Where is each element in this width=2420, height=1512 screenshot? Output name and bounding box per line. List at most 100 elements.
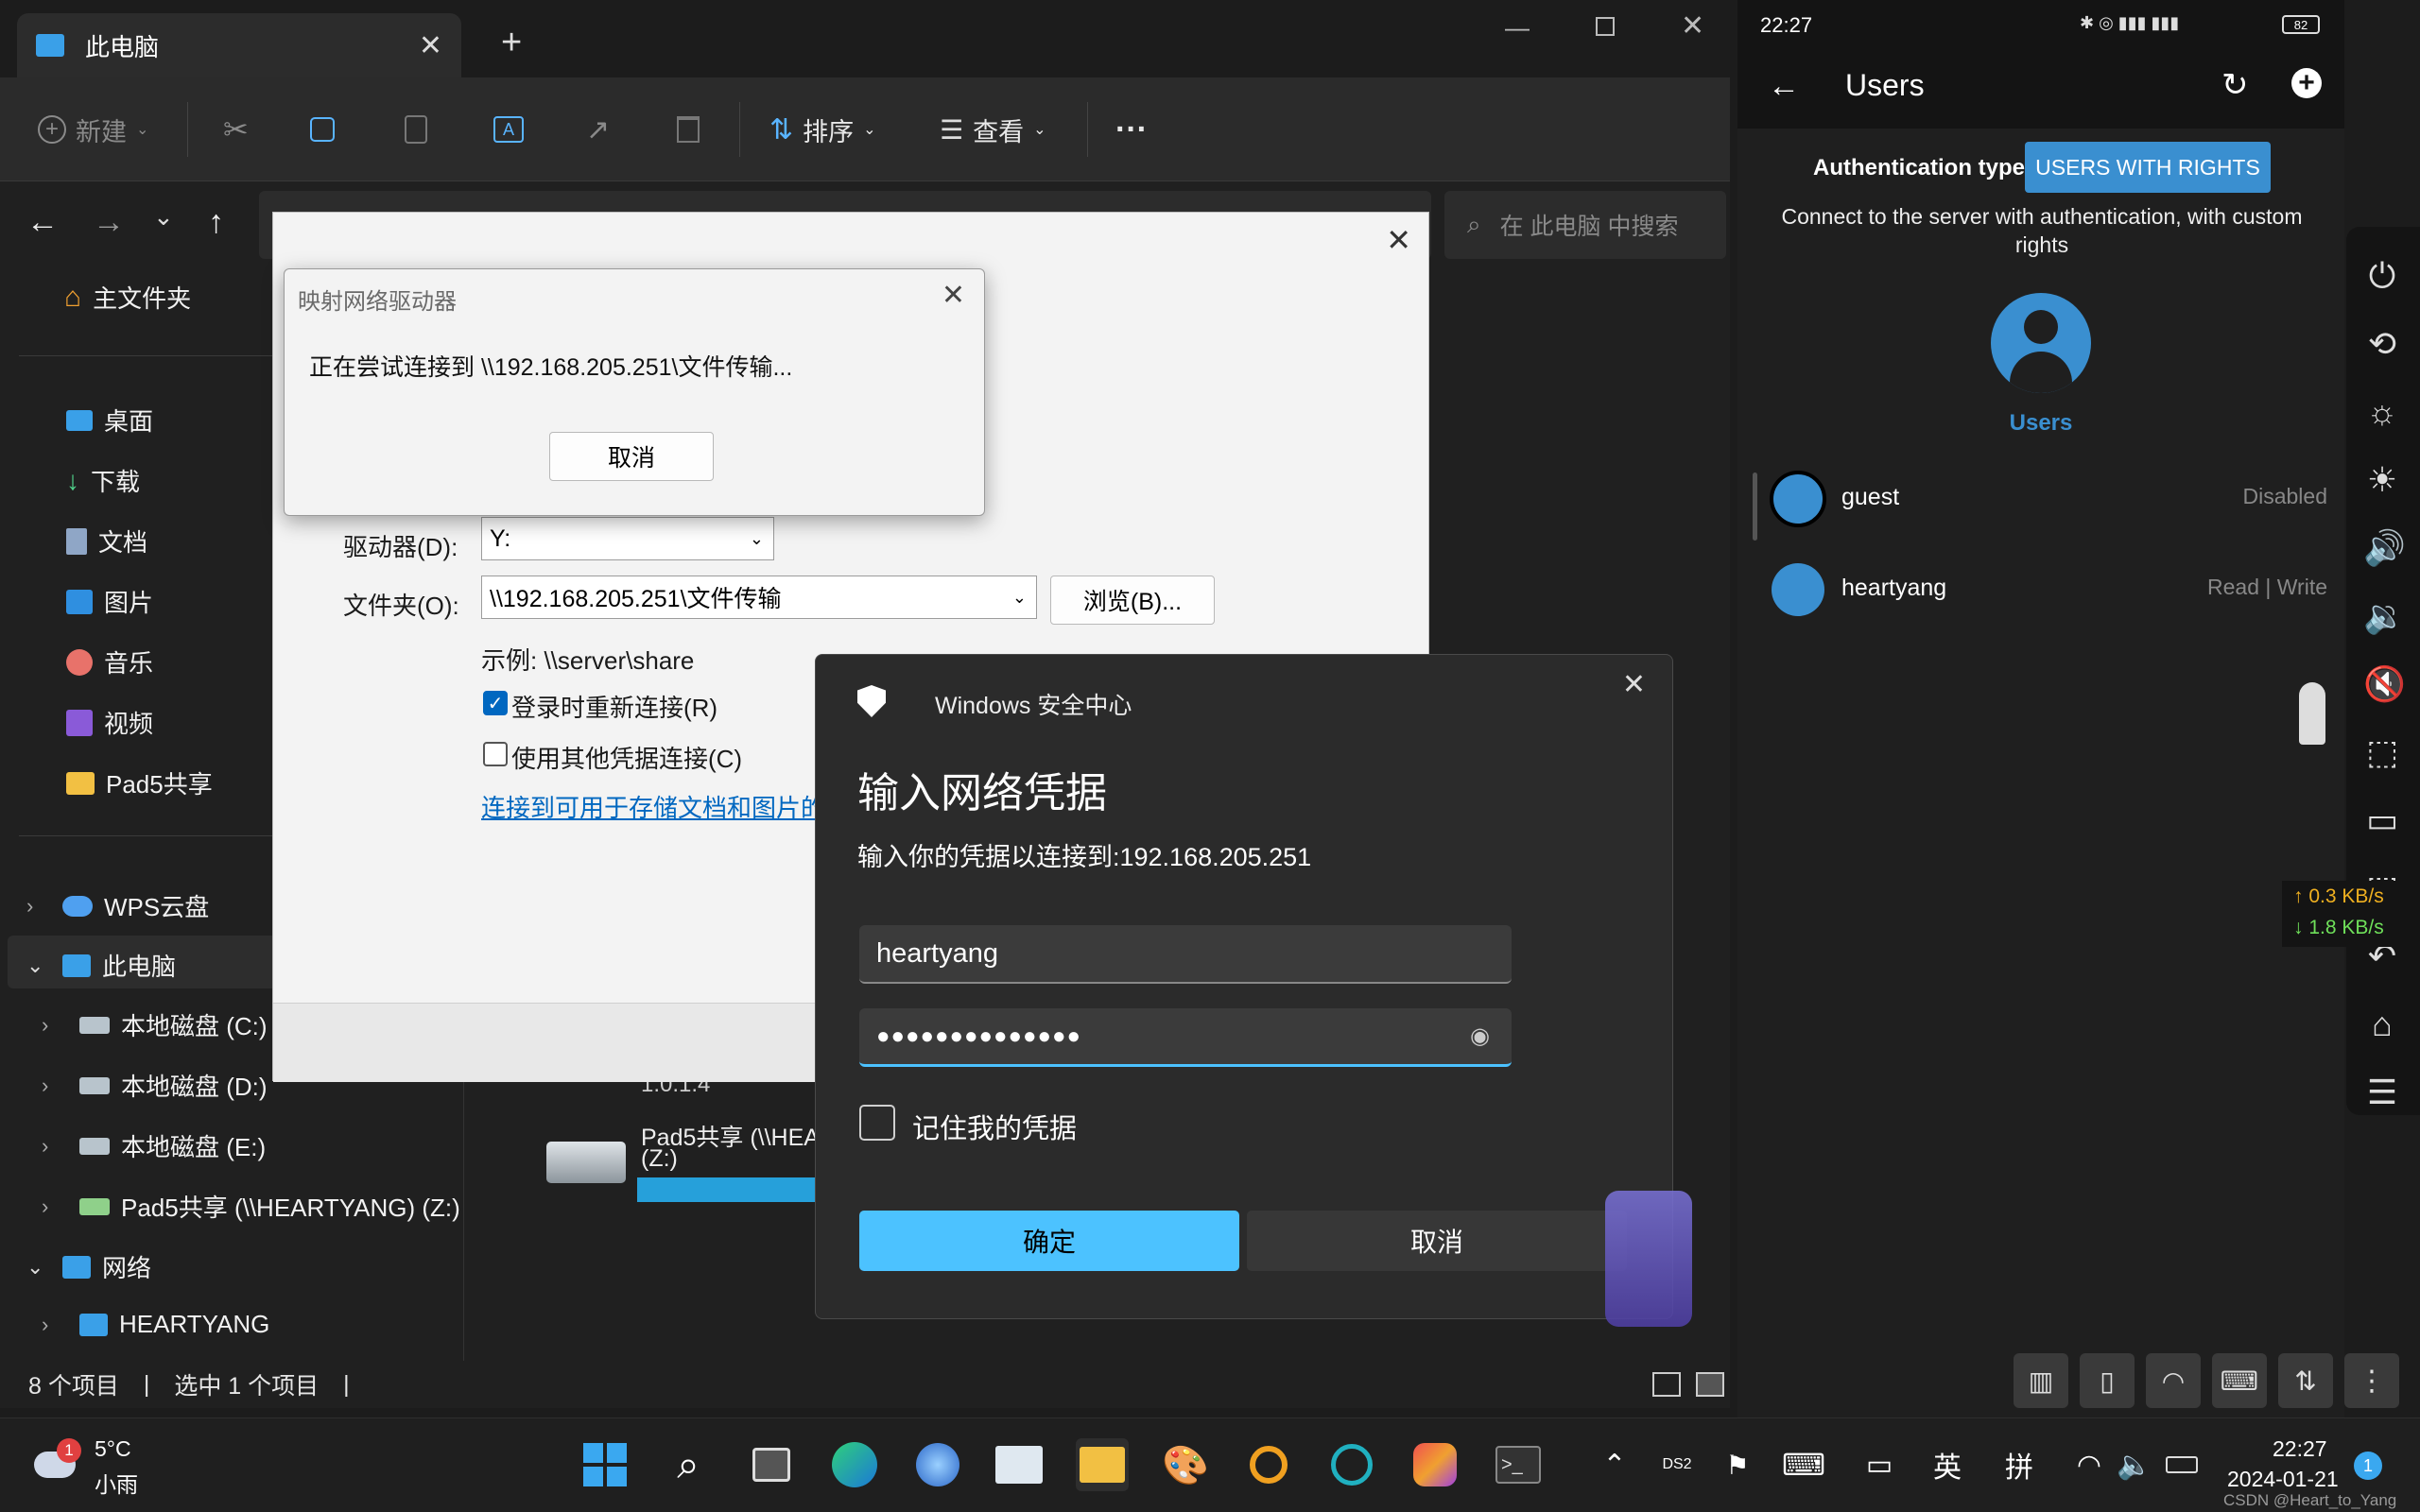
share-button[interactable]: ↗ bbox=[586, 106, 610, 153]
anime-pet-sprite[interactable] bbox=[2299, 682, 2325, 745]
reconnect-label[interactable]: 登录时重新连接(R) bbox=[511, 689, 717, 724]
keyboard-tray-icon[interactable]: ⌨ bbox=[1777, 1438, 1830, 1491]
sidebar-item-network[interactable]: ⌄ 网络 bbox=[26, 1249, 151, 1284]
new-tab-button[interactable]: + bbox=[501, 23, 522, 63]
connect-link[interactable]: 连接到可用于存储文档和图片的网 bbox=[481, 789, 850, 824]
edge-icon[interactable] bbox=[828, 1438, 881, 1491]
volume-down-icon[interactable]: 🔉 bbox=[2363, 582, 2406, 650]
task-view-icon[interactable] bbox=[745, 1438, 798, 1491]
volume-icon[interactable]: 🔈 bbox=[2108, 1438, 2161, 1491]
more-options-button[interactable]: ··· bbox=[1115, 106, 1148, 153]
tray-overflow-icon[interactable]: ⌃ bbox=[1588, 1438, 1641, 1491]
everything-search-icon[interactable] bbox=[1242, 1438, 1295, 1491]
paste-button[interactable] bbox=[405, 106, 427, 153]
folder-combo[interactable]: \\192.168.205.251\文件传输 ⌄ bbox=[481, 576, 1037, 619]
close-window-button[interactable]: ✕ bbox=[1681, 9, 1704, 43]
volume-up-icon[interactable]: 🔊 bbox=[2363, 514, 2406, 582]
rename-button[interactable]: A bbox=[493, 106, 524, 153]
start-icon[interactable] bbox=[579, 1438, 631, 1491]
browse-button[interactable]: 浏览(B)... bbox=[1050, 576, 1215, 625]
sidebar-item-music[interactable]: 音乐 bbox=[66, 644, 153, 679]
details-view-icon[interactable] bbox=[1652, 1372, 1681, 1397]
cancel-button[interactable]: 取消 bbox=[549, 432, 714, 481]
view-button[interactable]: ☰ 查看 ⌄ bbox=[940, 106, 1046, 153]
sidebar-item-downloads[interactable]: ↓ 下载 bbox=[66, 463, 140, 498]
remember-checkbox[interactable] bbox=[859, 1105, 895, 1141]
power-icon[interactable]: ⏻ bbox=[2363, 242, 2401, 310]
drive-z-item[interactable]: Pad5共享 (\\HEA (Z:) bbox=[539, 1115, 822, 1210]
bulb-off-icon[interactable]: ☀ bbox=[2363, 446, 2401, 514]
browser-icon[interactable] bbox=[911, 1438, 964, 1491]
search-icon[interactable]: ⌕ bbox=[662, 1438, 715, 1491]
back-arrow-icon[interactable]: ← bbox=[1768, 68, 1800, 105]
floating-app-icon[interactable] bbox=[1605, 1191, 1692, 1327]
new-button[interactable]: + 新建 ⌄ bbox=[38, 106, 148, 153]
transfer-icon[interactable]: ⇅ bbox=[2278, 1353, 2333, 1408]
sidebar-toggle-icon[interactable]: ▥ bbox=[2014, 1353, 2068, 1408]
drive-select[interactable]: Y: ⌄ bbox=[481, 517, 774, 560]
file-explorer-icon[interactable] bbox=[1076, 1438, 1129, 1491]
username-field[interactable]: heartyang bbox=[859, 925, 1512, 984]
sidebar-item-wps[interactable]: › WPS云盘 bbox=[26, 888, 209, 923]
sidebar-item-home[interactable]: ⌂ 主文件夹 bbox=[64, 280, 191, 315]
clock-date[interactable]: 2024-01-21 bbox=[2227, 1467, 2339, 1492]
screenshot-icon[interactable]: ⬚ bbox=[2363, 718, 2401, 786]
sidebar-item-desktop[interactable]: 桌面 bbox=[66, 403, 153, 438]
cancel-button[interactable]: 取消 bbox=[1247, 1211, 1627, 1271]
sidebar-item-drive-z[interactable]: › Pad5共享 (\\HEARTYANG) (Z:) bbox=[42, 1189, 460, 1224]
copy-button[interactable] bbox=[310, 106, 335, 153]
tiles-view-icon[interactable] bbox=[1696, 1372, 1724, 1397]
sidebar-item-heartyang[interactable]: › HEARTYANG bbox=[42, 1310, 269, 1339]
auth-type-chip[interactable]: USERS WITH RIGHTS bbox=[2025, 142, 2271, 193]
sidebar-item-this-pc[interactable]: ⌄ 此电脑 bbox=[26, 948, 176, 983]
user-row-heartyang[interactable]: heartyang Read | Write bbox=[1753, 559, 2327, 620]
up-icon[interactable]: ↑ bbox=[208, 204, 224, 241]
close-tab-icon[interactable]: ✕ bbox=[419, 29, 442, 62]
battery-icon[interactable] bbox=[2155, 1438, 2208, 1491]
search-box[interactable]: ⌕ 在 此电脑 中搜索 bbox=[1444, 191, 1726, 259]
keyboard-icon[interactable]: ⌨ bbox=[2212, 1353, 2267, 1408]
minimize-button[interactable]: — bbox=[1505, 13, 1530, 43]
back-icon[interactable]: ← bbox=[26, 204, 59, 241]
monitor-app-icon[interactable] bbox=[993, 1438, 1046, 1491]
mute-icon[interactable]: 🔇 bbox=[2363, 650, 2406, 718]
ime-lang-indicator[interactable]: 英 bbox=[1921, 1438, 1974, 1491]
home-icon[interactable]: ⌂ bbox=[2363, 990, 2401, 1058]
other-credentials-checkbox[interactable] bbox=[483, 742, 508, 766]
user-row-guest[interactable]: guest Disabled bbox=[1753, 469, 2327, 541]
rotate-icon[interactable]: ⟲ bbox=[2363, 310, 2401, 378]
sidebar-item-videos[interactable]: 视频 bbox=[66, 705, 153, 740]
record-icon[interactable]: ▭ bbox=[2363, 786, 2401, 854]
close-icon[interactable]: ✕ bbox=[1622, 668, 1646, 701]
more-vertical-icon[interactable]: ⋮ bbox=[2344, 1353, 2399, 1408]
terminal-icon[interactable]: >_ bbox=[1492, 1438, 1545, 1491]
forward-icon[interactable]: → bbox=[93, 204, 125, 241]
close-icon[interactable]: ✕ bbox=[942, 279, 965, 312]
notification-badge[interactable]: 1 bbox=[2354, 1452, 2382, 1480]
audio-icon[interactable]: ◠ bbox=[2146, 1353, 2201, 1408]
colorful-app-icon[interactable] bbox=[1409, 1438, 1461, 1491]
cut-button[interactable]: ✂ bbox=[223, 106, 249, 153]
clock-time[interactable]: 22:27 bbox=[2273, 1436, 2327, 1462]
sidebar-item-pad5-share[interactable]: Pad5共享 bbox=[66, 765, 213, 800]
paint-icon[interactable]: 🎨 bbox=[1159, 1438, 1212, 1491]
ok-button[interactable]: 确定 bbox=[859, 1211, 1239, 1271]
camera-app-icon[interactable] bbox=[1325, 1438, 1378, 1491]
sort-button[interactable]: ⇅ 排序 ⌄ bbox=[769, 106, 876, 153]
ds2-tray-icon[interactable]: DS2 bbox=[1651, 1438, 1703, 1491]
sidebar-item-documents[interactable]: 文档 bbox=[66, 524, 147, 558]
menu-icon[interactable]: ☰ bbox=[2363, 1058, 2401, 1126]
flag-tray-icon[interactable]: ⚑ bbox=[1711, 1438, 1764, 1491]
recent-chevron-icon[interactable]: ⌄ bbox=[153, 202, 174, 232]
sidebar-item-drive-d[interactable]: › 本地磁盘 (D:) bbox=[42, 1068, 268, 1103]
add-user-icon[interactable]: + bbox=[2291, 67, 2322, 98]
tablet-mode-icon[interactable]: ▭ bbox=[1853, 1438, 1906, 1491]
bulb-icon[interactable]: ☼ bbox=[2363, 378, 2401, 446]
reconnect-checkbox[interactable]: ✓ bbox=[483, 691, 508, 715]
tab-this-pc[interactable]: 此电脑 ✕ bbox=[17, 13, 461, 77]
maximize-button[interactable] bbox=[1596, 17, 1615, 36]
delete-button[interactable] bbox=[677, 106, 700, 153]
sidebar-item-drive-e[interactable]: › 本地磁盘 (E:) bbox=[42, 1128, 266, 1163]
close-icon[interactable]: ✕ bbox=[1386, 222, 1411, 258]
remember-label[interactable]: 记住我的凭据 bbox=[912, 1107, 1077, 1146]
